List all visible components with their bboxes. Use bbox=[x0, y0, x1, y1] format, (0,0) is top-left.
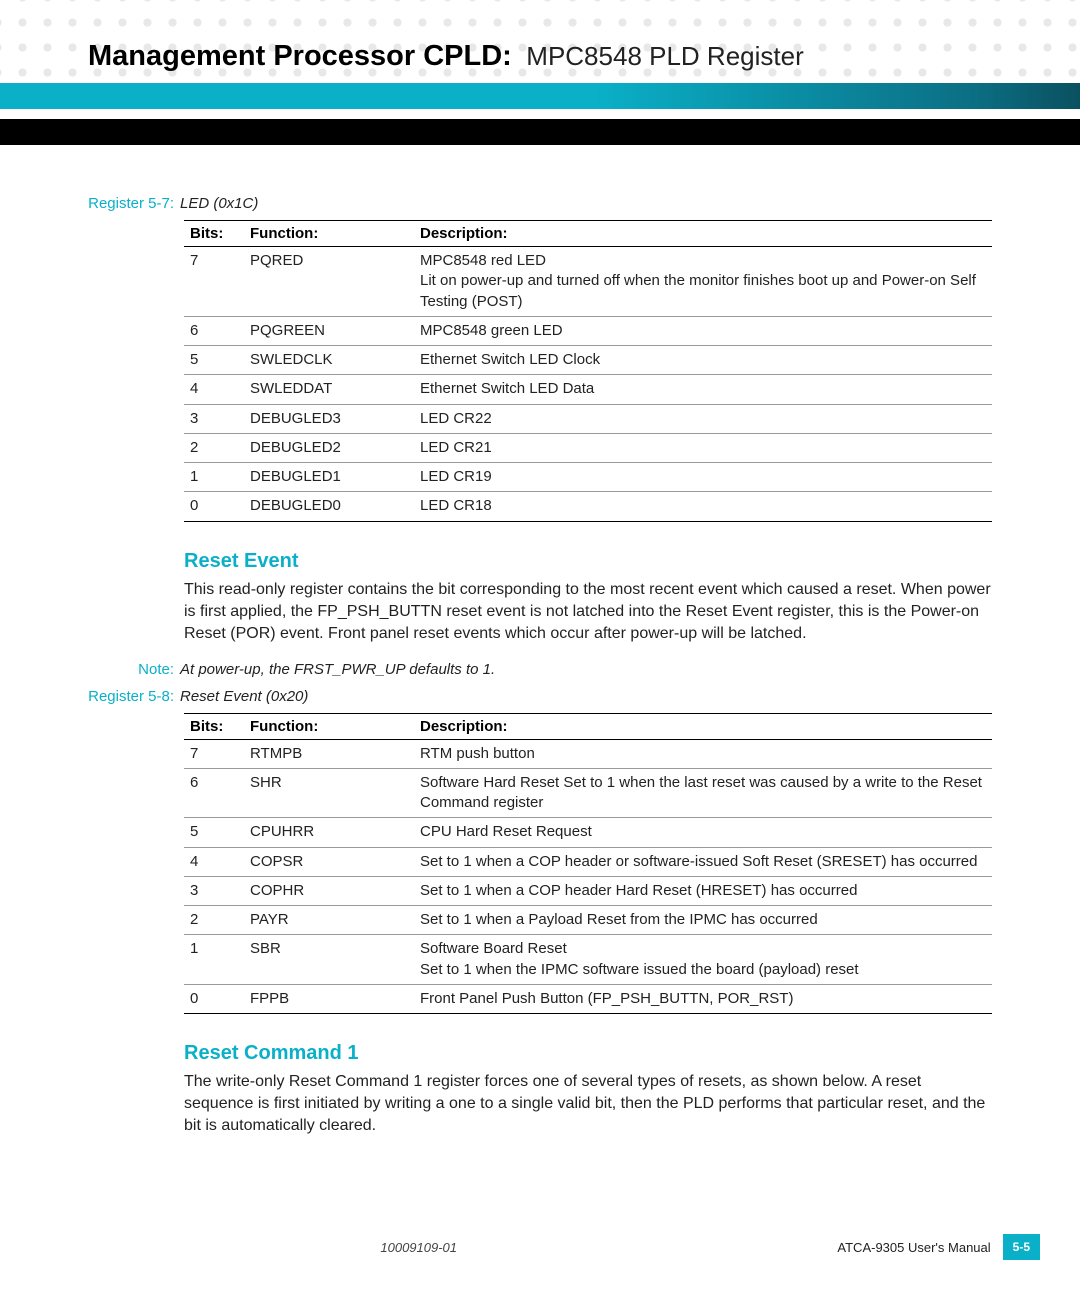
cell-function: PAYR bbox=[244, 906, 414, 935]
register-58-title: Reset Event (0x20) bbox=[180, 688, 308, 705]
cell-function: CPUHRR bbox=[244, 818, 414, 847]
cell-function: DEBUGLED3 bbox=[244, 404, 414, 433]
cell-bits: 1 bbox=[184, 935, 244, 985]
register-57-label-row: Register 5-7: LED (0x1C) bbox=[88, 195, 992, 212]
register-57-label: Register 5-7: bbox=[88, 195, 180, 212]
cell-bits: 3 bbox=[184, 404, 244, 433]
page-title-bold: Management Processor CPLD: bbox=[88, 40, 512, 72]
note-text: At power-up, the FRST_PWR_UP defaults to… bbox=[180, 661, 495, 678]
register-58-table: Bits: Function: Description: 7RTMPBRTM p… bbox=[184, 713, 992, 1015]
table-row: 3COPHRSet to 1 when a COP header Hard Re… bbox=[184, 876, 992, 905]
cell-bits: 3 bbox=[184, 876, 244, 905]
register-58-label-row: Register 5-8: Reset Event (0x20) bbox=[88, 688, 992, 705]
cell-bits: 4 bbox=[184, 847, 244, 876]
cell-bits: 2 bbox=[184, 433, 244, 462]
cell-description: MPC8548 red LED Lit on power-up and turn… bbox=[414, 247, 992, 317]
cell-function: SBR bbox=[244, 935, 414, 985]
col-bits-header: Bits: bbox=[184, 221, 244, 247]
reset-event-heading: Reset Event bbox=[184, 550, 992, 573]
table-row: 0FPPBFront Panel Push Button (FP_PSH_BUT… bbox=[184, 984, 992, 1013]
cell-description: LED CR22 bbox=[414, 404, 992, 433]
bar-black bbox=[0, 119, 1080, 145]
col-description-header: Description: bbox=[414, 221, 992, 247]
footer-page-number: 5-5 bbox=[1003, 1234, 1040, 1260]
page-title: Management Processor CPLD: MPC8548 PLD R… bbox=[0, 0, 1080, 83]
reset-command-heading: Reset Command 1 bbox=[184, 1042, 992, 1065]
table-row: 3DEBUGLED3LED CR22 bbox=[184, 404, 992, 433]
cell-description: LED CR19 bbox=[414, 463, 992, 492]
cell-description: Software Hard Reset Set to 1 when the la… bbox=[414, 768, 992, 818]
table-row: 0DEBUGLED0LED CR18 bbox=[184, 492, 992, 521]
table-row: 6SHRSoftware Hard Reset Set to 1 when th… bbox=[184, 768, 992, 818]
table-row: 5CPUHRRCPU Hard Reset Request bbox=[184, 818, 992, 847]
cell-bits: 0 bbox=[184, 984, 244, 1013]
footer-manual: ATCA-9305 User's Manual bbox=[837, 1240, 990, 1255]
cell-function: SWLEDCLK bbox=[244, 346, 414, 375]
cell-function: DEBUGLED1 bbox=[244, 463, 414, 492]
cell-bits: 5 bbox=[184, 346, 244, 375]
cell-function: SWLEDDAT bbox=[244, 375, 414, 404]
reset-command-body: The write-only Reset Command 1 register … bbox=[184, 1071, 992, 1137]
cell-function: COPHR bbox=[244, 876, 414, 905]
content-area: Register 5-7: LED (0x1C) Bits: Function:… bbox=[0, 145, 1080, 1137]
table-row: 1DEBUGLED1LED CR19 bbox=[184, 463, 992, 492]
cell-bits: 6 bbox=[184, 316, 244, 345]
cell-description: RTM push button bbox=[414, 739, 992, 768]
cell-function: FPPB bbox=[244, 984, 414, 1013]
cell-description: MPC8548 green LED bbox=[414, 316, 992, 345]
cell-function: DEBUGLED2 bbox=[244, 433, 414, 462]
cell-bits: 4 bbox=[184, 375, 244, 404]
cell-description: LED CR21 bbox=[414, 433, 992, 462]
col-function-header: Function: bbox=[244, 221, 414, 247]
header-bars bbox=[0, 83, 1080, 145]
col-bits-header: Bits: bbox=[184, 713, 244, 739]
cell-description: LED CR18 bbox=[414, 492, 992, 521]
cell-bits: 1 bbox=[184, 463, 244, 492]
cell-function: PQGREEN bbox=[244, 316, 414, 345]
cell-description: Software Board Reset Set to 1 when the I… bbox=[414, 935, 992, 985]
cell-description: Set to 1 when a Payload Reset from the I… bbox=[414, 906, 992, 935]
register-58-label: Register 5-8: bbox=[88, 688, 180, 705]
cell-bits: 7 bbox=[184, 247, 244, 317]
table-row: 1SBRSoftware Board Reset Set to 1 when t… bbox=[184, 935, 992, 985]
cell-bits: 5 bbox=[184, 818, 244, 847]
register-57-title: LED (0x1C) bbox=[180, 195, 258, 212]
cell-description: Ethernet Switch LED Data bbox=[414, 375, 992, 404]
cell-bits: 7 bbox=[184, 739, 244, 768]
col-description-header: Description: bbox=[414, 713, 992, 739]
note-row: Note: At power-up, the FRST_PWR_UP defau… bbox=[88, 661, 992, 678]
cell-bits: 6 bbox=[184, 768, 244, 818]
table-row: 5SWLEDCLKEthernet Switch LED Clock bbox=[184, 346, 992, 375]
cell-function: COPSR bbox=[244, 847, 414, 876]
register-57-table: Bits: Function: Description: 7PQREDMPC85… bbox=[184, 220, 992, 522]
table-row: 2DEBUGLED2LED CR21 bbox=[184, 433, 992, 462]
table-row: 2PAYRSet to 1 when a Payload Reset from … bbox=[184, 906, 992, 935]
cell-description: Front Panel Push Button (FP_PSH_BUTTN, P… bbox=[414, 984, 992, 1013]
table-row: 6PQGREENMPC8548 green LED bbox=[184, 316, 992, 345]
footer: 10009109-01 ATCA-9305 User's Manual 5-5 bbox=[0, 1234, 1080, 1260]
cell-function: RTMPB bbox=[244, 739, 414, 768]
bar-cyan bbox=[0, 83, 1080, 109]
table-row: 4SWLEDDATEthernet Switch LED Data bbox=[184, 375, 992, 404]
cell-description: Ethernet Switch LED Clock bbox=[414, 346, 992, 375]
cell-function: DEBUGLED0 bbox=[244, 492, 414, 521]
note-label: Note: bbox=[88, 661, 180, 678]
table-row: 7RTMPBRTM push button bbox=[184, 739, 992, 768]
cell-function: PQRED bbox=[244, 247, 414, 317]
cell-description: Set to 1 when a COP header Hard Reset (H… bbox=[414, 876, 992, 905]
cell-description: Set to 1 when a COP header or software-i… bbox=[414, 847, 992, 876]
table-row: 7PQREDMPC8548 red LED Lit on power-up an… bbox=[184, 247, 992, 317]
cell-function: SHR bbox=[244, 768, 414, 818]
reset-event-body: This read-only register contains the bit… bbox=[184, 579, 992, 645]
page-title-light: MPC8548 PLD Register bbox=[526, 41, 803, 71]
cell-bits: 0 bbox=[184, 492, 244, 521]
col-function-header: Function: bbox=[244, 713, 414, 739]
table-row: 4COPSRSet to 1 when a COP header or soft… bbox=[184, 847, 992, 876]
footer-doc-id: 10009109-01 bbox=[0, 1240, 837, 1255]
cell-bits: 2 bbox=[184, 906, 244, 935]
cell-description: CPU Hard Reset Request bbox=[414, 818, 992, 847]
